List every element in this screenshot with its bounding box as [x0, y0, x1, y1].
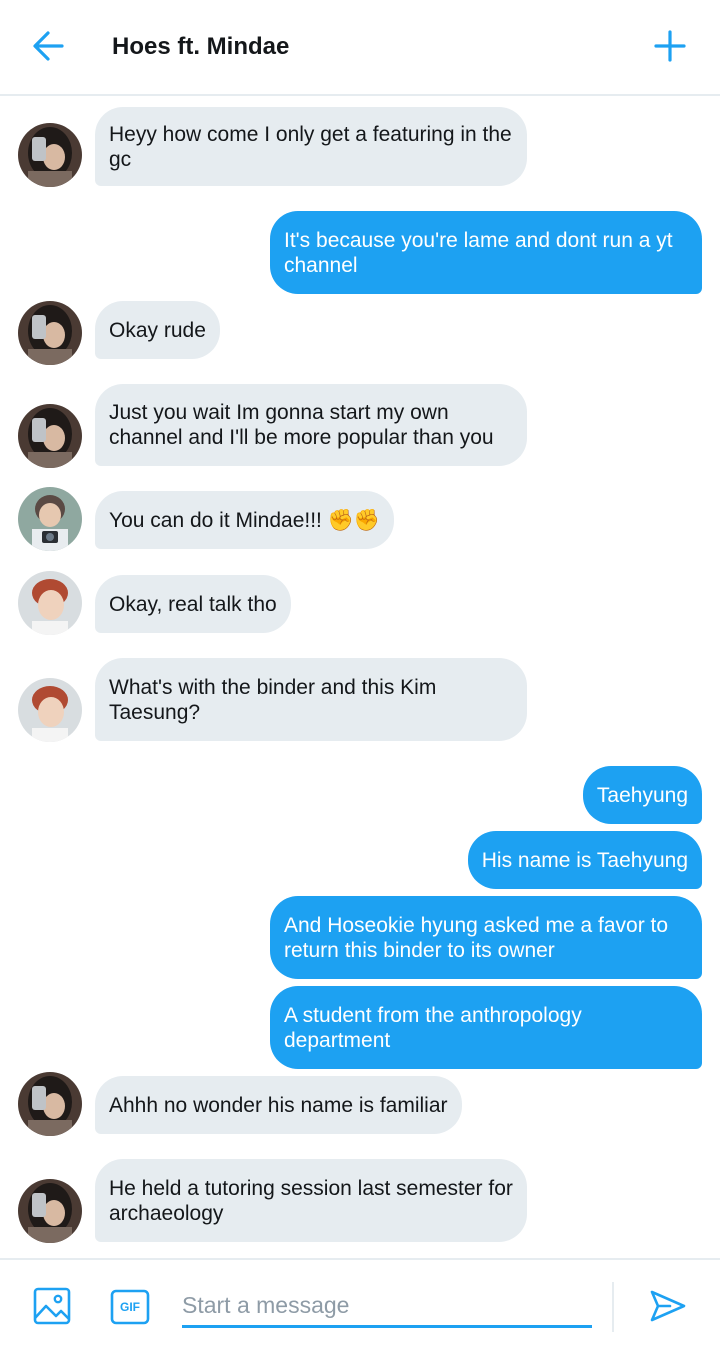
- avatar[interactable]: [18, 487, 82, 551]
- message-bubble[interactable]: Ahhh no wonder his name is familiar: [95, 1076, 462, 1134]
- message-list[interactable]: Heyy how come I only get a featuring in …: [0, 96, 720, 1258]
- message-row: And Hoseokie hyung asked me a favor to r…: [0, 896, 720, 980]
- message-bubble[interactable]: You can do it Mindae!!! ✊✊: [95, 491, 395, 549]
- gif-label: GIF: [120, 1300, 140, 1314]
- avatar[interactable]: [18, 1072, 82, 1136]
- plus-icon: [654, 30, 686, 62]
- arrow-left-icon: [33, 31, 64, 61]
- message-row: He held a tutoring session last semester…: [0, 1159, 720, 1243]
- message-composer: GIF: [0, 1258, 720, 1352]
- avatar[interactable]: [18, 1179, 82, 1243]
- message-row: His name is Taehyung: [0, 831, 720, 891]
- avatar-mirror-selfie: [18, 1179, 82, 1243]
- avatar-mirror-selfie: [18, 1072, 82, 1136]
- chat-header: Hoes ft. Mindae: [0, 0, 720, 96]
- conversation-title: Hoes ft. Mindae: [112, 33, 290, 60]
- message-bubble[interactable]: Taehyung: [582, 766, 702, 824]
- add-image-button[interactable]: [32, 1286, 72, 1326]
- message-row: Okay, real talk tho: [0, 571, 720, 639]
- send-icon: [650, 1290, 686, 1322]
- message-row: A student from the anthropology departme…: [0, 986, 720, 1070]
- avatar[interactable]: [18, 301, 82, 365]
- avatar-red-hair: [18, 678, 82, 742]
- message-bubble[interactable]: He held a tutoring session last semester…: [95, 1159, 527, 1242]
- message-row: Just you wait Im gonna start my own chan…: [0, 384, 720, 468]
- message-bubble[interactable]: Okay, real talk tho: [95, 575, 291, 633]
- avatar[interactable]: [18, 404, 82, 468]
- message-bubble[interactable]: Just you wait Im gonna start my own chan…: [95, 384, 527, 466]
- avatar-mirror-selfie: [18, 123, 82, 187]
- back-button[interactable]: [28, 26, 72, 66]
- message-row: What's with the binder and this Kim Taes…: [0, 658, 720, 742]
- message-row: Heyy how come I only get a featuring in …: [0, 107, 720, 187]
- message-bubble[interactable]: His name is Taehyung: [467, 831, 702, 889]
- message-bubble[interactable]: It's because you're lame and dont run a …: [270, 211, 702, 294]
- message-row: It's because you're lame and dont run a …: [0, 211, 720, 295]
- message-bubble[interactable]: And Hoseokie hyung asked me a favor to r…: [270, 896, 702, 979]
- divider: [612, 1282, 614, 1332]
- message-input[interactable]: [182, 1286, 592, 1328]
- message-row: You can do it Mindae!!! ✊✊: [0, 487, 720, 555]
- message-bubble[interactable]: Okay rude: [95, 301, 220, 359]
- message-bubble[interactable]: A student from the anthropology departme…: [270, 986, 702, 1069]
- message-row: Taehyung: [0, 766, 720, 826]
- avatar[interactable]: [18, 571, 82, 635]
- avatar-mirror-selfie: [18, 404, 82, 468]
- avatar[interactable]: [18, 123, 82, 187]
- message-bubble[interactable]: What's with the binder and this Kim Taes…: [95, 658, 527, 741]
- add-participant-button[interactable]: [648, 24, 692, 68]
- avatar-camera-guy: [18, 487, 82, 551]
- image-icon: [33, 1287, 71, 1325]
- message-row: Okay rude: [0, 301, 720, 365]
- send-button[interactable]: [648, 1286, 688, 1326]
- avatar[interactable]: [18, 678, 82, 742]
- add-gif-button[interactable]: GIF: [110, 1288, 150, 1326]
- message-row: Ahhh no wonder his name is familiar: [0, 1072, 720, 1140]
- message-bubble[interactable]: Heyy how come I only get a featuring in …: [95, 107, 527, 186]
- avatar-mirror-selfie: [18, 301, 82, 365]
- avatar-red-hair: [18, 571, 82, 635]
